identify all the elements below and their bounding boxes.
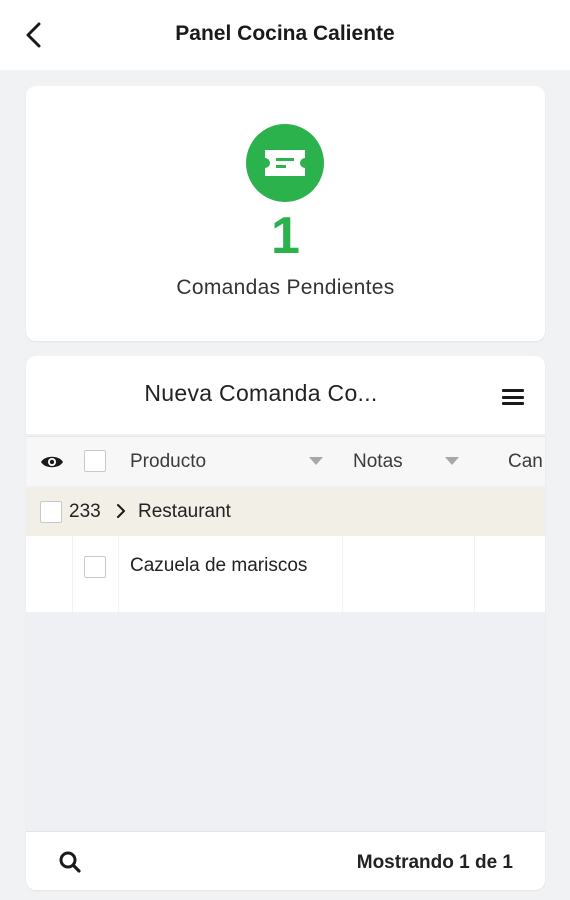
pending-orders-card: 1 Comandas Pendientes: [26, 86, 545, 341]
row-checkbox[interactable]: [84, 556, 106, 578]
pending-label: Comandas Pendientes: [176, 276, 395, 299]
grid-title: Nueva Comanda Co...: [144, 380, 378, 406]
chevron-right-icon[interactable]: [116, 503, 126, 519]
column-header-cantidad[interactable]: Can: [508, 451, 543, 473]
pagination-status: Mostrando 1 de 1: [356, 852, 513, 873]
page-title: Panel Cocina Caliente: [175, 22, 395, 45]
table-row[interactable]: Cazuela de mariscos: [26, 536, 545, 612]
product-name: Cazuela de mariscos: [130, 555, 308, 576]
eye-icon[interactable]: [40, 454, 64, 470]
grid-footer: Mostrando 1 de 1: [26, 831, 545, 890]
cell-divider: [118, 536, 119, 612]
ticket-icon: [265, 150, 305, 176]
group-order-number: 233: [69, 501, 101, 522]
search-icon[interactable]: [58, 850, 82, 874]
hamburger-menu-icon[interactable]: [501, 386, 525, 408]
grid-header: Nueva Comanda Co...: [26, 356, 545, 434]
column-header-producto[interactable]: Producto: [130, 451, 206, 473]
cell-divider: [342, 536, 343, 612]
producto-sort-arrow-icon[interactable]: [309, 457, 323, 465]
top-bar: Panel Cocina Caliente: [0, 0, 570, 70]
column-header-row: Producto Notas Can: [26, 436, 545, 486]
cell-divider: [72, 536, 73, 612]
notas-sort-arrow-icon[interactable]: [445, 457, 459, 465]
pending-count: 1: [271, 207, 300, 265]
group-row[interactable]: 233 Restaurant: [26, 488, 545, 536]
ticket-icon-badge: [246, 124, 324, 202]
cell-divider: [474, 536, 475, 612]
orders-grid: Nueva Comanda Co... Producto Notas Can 2…: [26, 356, 545, 890]
column-header-notas[interactable]: Notas: [353, 451, 403, 473]
group-checkbox[interactable]: [40, 501, 62, 523]
select-all-checkbox[interactable]: [84, 450, 106, 472]
group-name: Restaurant: [138, 501, 231, 522]
